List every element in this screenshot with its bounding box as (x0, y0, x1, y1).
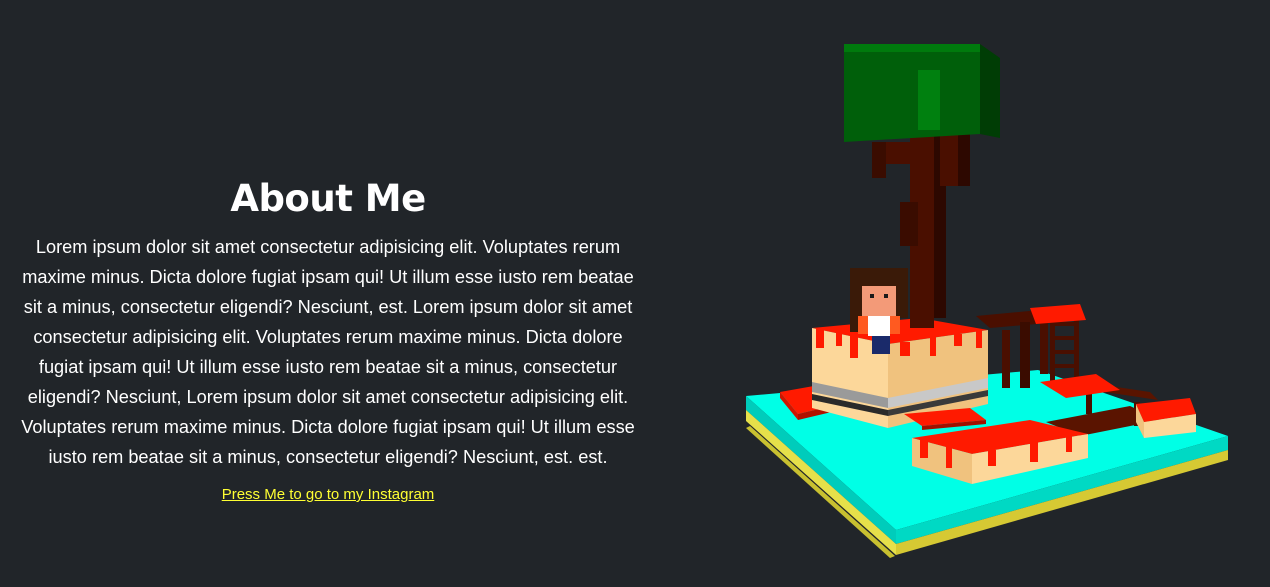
tree-canopy (844, 44, 1000, 142)
about-section: About Me Lorem ipsum dolor sit amet cons… (0, 0, 1270, 587)
about-text-column: About Me Lorem ipsum dolor sit amet cons… (14, 176, 642, 505)
page-title: About Me (230, 177, 426, 220)
voxel-island-illustration (740, 38, 1240, 563)
about-paragraph: Lorem ipsum dolor sit amet consectetur a… (21, 237, 635, 467)
instagram-link[interactable]: Press Me to go to my Instagram (222, 485, 435, 505)
